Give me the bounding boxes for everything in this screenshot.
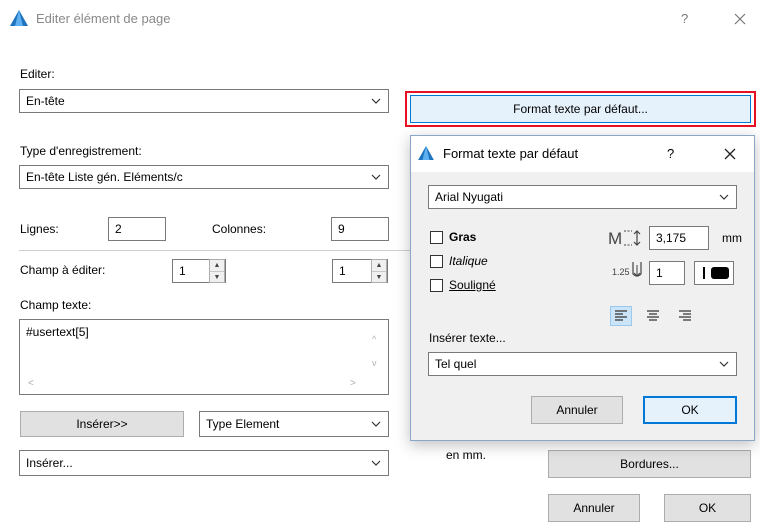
close-icon[interactable] <box>734 13 746 25</box>
pen-color-swatch <box>711 267 729 279</box>
align-center-icon[interactable] <box>642 306 664 326</box>
type-label: Type d'enregistrement: <box>20 144 142 158</box>
champ-col-value: 1 <box>339 264 346 278</box>
colonnes-input[interactable]: 9 <box>331 217 389 241</box>
window-title: Editer élément de page <box>36 11 171 26</box>
inserer-texte-label: Insérer texte... <box>429 331 506 345</box>
archicad-app-icon <box>418 146 434 160</box>
inserer-texte-dropdown[interactable]: Tel quel <box>428 352 737 376</box>
sub-annuler-button[interactable]: Annuler <box>531 396 623 424</box>
lignes-label: Lignes: <box>20 222 59 236</box>
champ-texte-value: #usertext[5] <box>26 325 89 339</box>
type-element-value: Type Element <box>206 417 280 431</box>
editer-value: En-tête <box>26 94 65 108</box>
pen-color-button[interactable] <box>694 261 734 285</box>
format-texte-button[interactable]: Format texte par défaut... <box>410 95 751 123</box>
champ-row-value: 1 <box>179 264 186 278</box>
close-icon[interactable] <box>724 148 736 160</box>
chevron-down-icon <box>719 194 729 200</box>
spin-up-icon[interactable]: ▲ <box>210 260 224 271</box>
en-mm-label: en mm. <box>446 448 487 462</box>
type-dropdown[interactable]: En-tête Liste gén. Eléments/c <box>19 165 389 189</box>
text-height-icon: M <box>608 229 641 248</box>
champ-texte-area[interactable]: #usertext[5] ^ v < > <box>19 319 389 395</box>
bordures-button[interactable]: Bordures... <box>548 450 751 478</box>
italique-checkbox[interactable] <box>430 255 443 268</box>
champ-row-spinner[interactable]: ▲ ▼ <box>209 259 225 283</box>
font-dropdown[interactable]: Arial Nyugati <box>428 185 737 209</box>
spin-down-icon[interactable]: ▼ <box>210 271 224 282</box>
inserer-button[interactable]: Insérer>> <box>20 411 184 437</box>
type-element-dropdown[interactable]: Type Element <box>199 411 389 437</box>
colonnes-label: Colonnes: <box>212 222 267 236</box>
chevron-down-icon <box>371 421 381 427</box>
editer-dropdown[interactable]: En-tête <box>19 89 389 113</box>
souligne-checkbox[interactable] <box>430 279 443 292</box>
svg-text:M: M <box>608 229 622 248</box>
champ-editer-label: Champ à éditer: <box>20 263 106 277</box>
scroll-down-icon[interactable]: v <box>372 358 377 368</box>
champ-col-spinner[interactable]: ▲ ▼ <box>371 259 387 283</box>
help-icon[interactable]: ? <box>681 11 688 26</box>
archicad-app-icon <box>10 10 28 26</box>
window-titlebar: Editer élément de page ? <box>0 0 760 36</box>
ok-button[interactable]: OK <box>664 494 751 522</box>
inserer-dropdown-value: Insérer... <box>26 456 73 470</box>
scroll-right-icon[interactable]: > <box>350 378 356 389</box>
lignes-input[interactable]: 2 <box>108 217 166 241</box>
chevron-down-icon <box>371 98 381 104</box>
scroll-left-icon[interactable]: < <box>28 378 34 389</box>
gras-checkbox[interactable] <box>430 231 443 244</box>
chevron-down-icon <box>371 174 381 180</box>
help-icon[interactable]: ? <box>667 146 674 161</box>
spin-up-icon[interactable]: ▲ <box>372 260 386 271</box>
size-unit: mm <box>722 231 742 245</box>
subdialog-title: Format texte par défaut <box>443 146 579 161</box>
annuler-button[interactable]: Annuler <box>548 494 640 522</box>
chevron-down-icon <box>719 361 729 367</box>
scroll-up-icon[interactable]: ^ <box>372 334 376 344</box>
subdialog-titlebar: Format texte par défaut ? <box>411 136 754 172</box>
inserer-dropdown[interactable]: Insérer... <box>19 450 389 476</box>
inserer-texte-value: Tel quel <box>435 357 477 371</box>
pen-color-icon <box>703 267 705 279</box>
align-left-icon[interactable] <box>610 306 632 326</box>
type-value: En-tête Liste gén. Eléments/c <box>26 170 183 184</box>
separator <box>19 250 411 251</box>
champ-texte-label: Champ texte: <box>20 298 92 312</box>
souligne-label: Souligné <box>449 278 496 292</box>
editer-label: Editer: <box>20 67 55 81</box>
format-texte-dialog: Format texte par défaut ? Arial Nyugati … <box>410 135 755 441</box>
align-right-icon[interactable] <box>674 306 696 326</box>
size-input[interactable]: 3,175 <box>649 226 709 250</box>
gras-label: Gras <box>449 230 477 244</box>
italique-label: Italique <box>449 254 488 268</box>
spin-down-icon[interactable]: ▼ <box>372 271 386 282</box>
line-spacing-prefix: 1.25 <box>612 267 630 277</box>
chevron-down-icon <box>371 460 381 466</box>
line-spacing-icon <box>632 262 642 277</box>
font-value: Arial Nyugati <box>435 190 504 204</box>
spacing-input[interactable]: 1 <box>649 261 685 285</box>
sub-ok-button[interactable]: OK <box>643 396 737 424</box>
